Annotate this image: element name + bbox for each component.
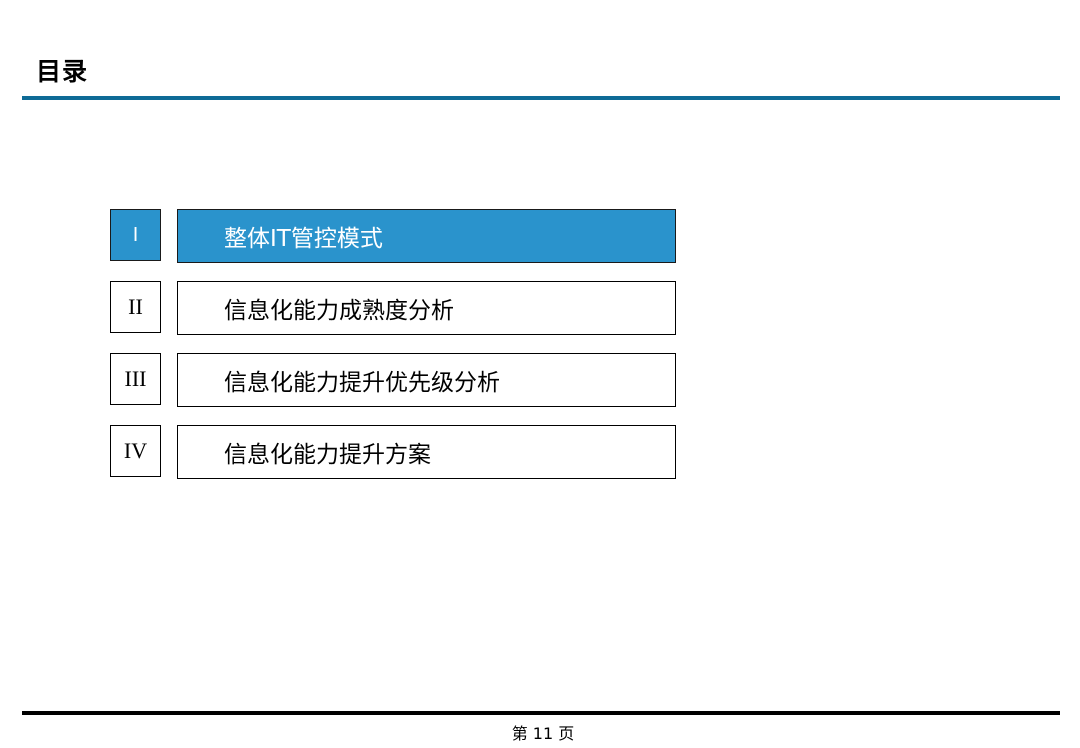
- toc-item-label: 信息化能力成熟度分析: [177, 281, 676, 335]
- footer-divider: [22, 711, 1060, 715]
- title-divider: [22, 96, 1060, 100]
- page-number: 第 11 页: [511, 724, 575, 743]
- toc-item-4[interactable]: IV 信息化能力提升方案: [110, 425, 676, 479]
- toc-item-label: 整体IT管控模式: [177, 209, 676, 263]
- toc-item-3[interactable]: III 信息化能力提升优先级分析: [110, 353, 676, 407]
- toc-item-label: 信息化能力提升方案: [177, 425, 676, 479]
- toc-item-number: III: [110, 353, 161, 405]
- toc-item-2[interactable]: II 信息化能力成熟度分析: [110, 281, 676, 335]
- toc-item-number: IV: [110, 425, 161, 477]
- toc-item-1[interactable]: I 整体IT管控模式: [110, 209, 676, 263]
- toc-item-label: 信息化能力提升优先级分析: [177, 353, 676, 407]
- toc-item-number: II: [110, 281, 161, 333]
- table-of-contents: I 整体IT管控模式 II 信息化能力成熟度分析 III 信息化能力提升优先级分…: [110, 209, 676, 497]
- toc-item-number: I: [110, 209, 161, 261]
- page-title: 目录: [36, 57, 89, 86]
